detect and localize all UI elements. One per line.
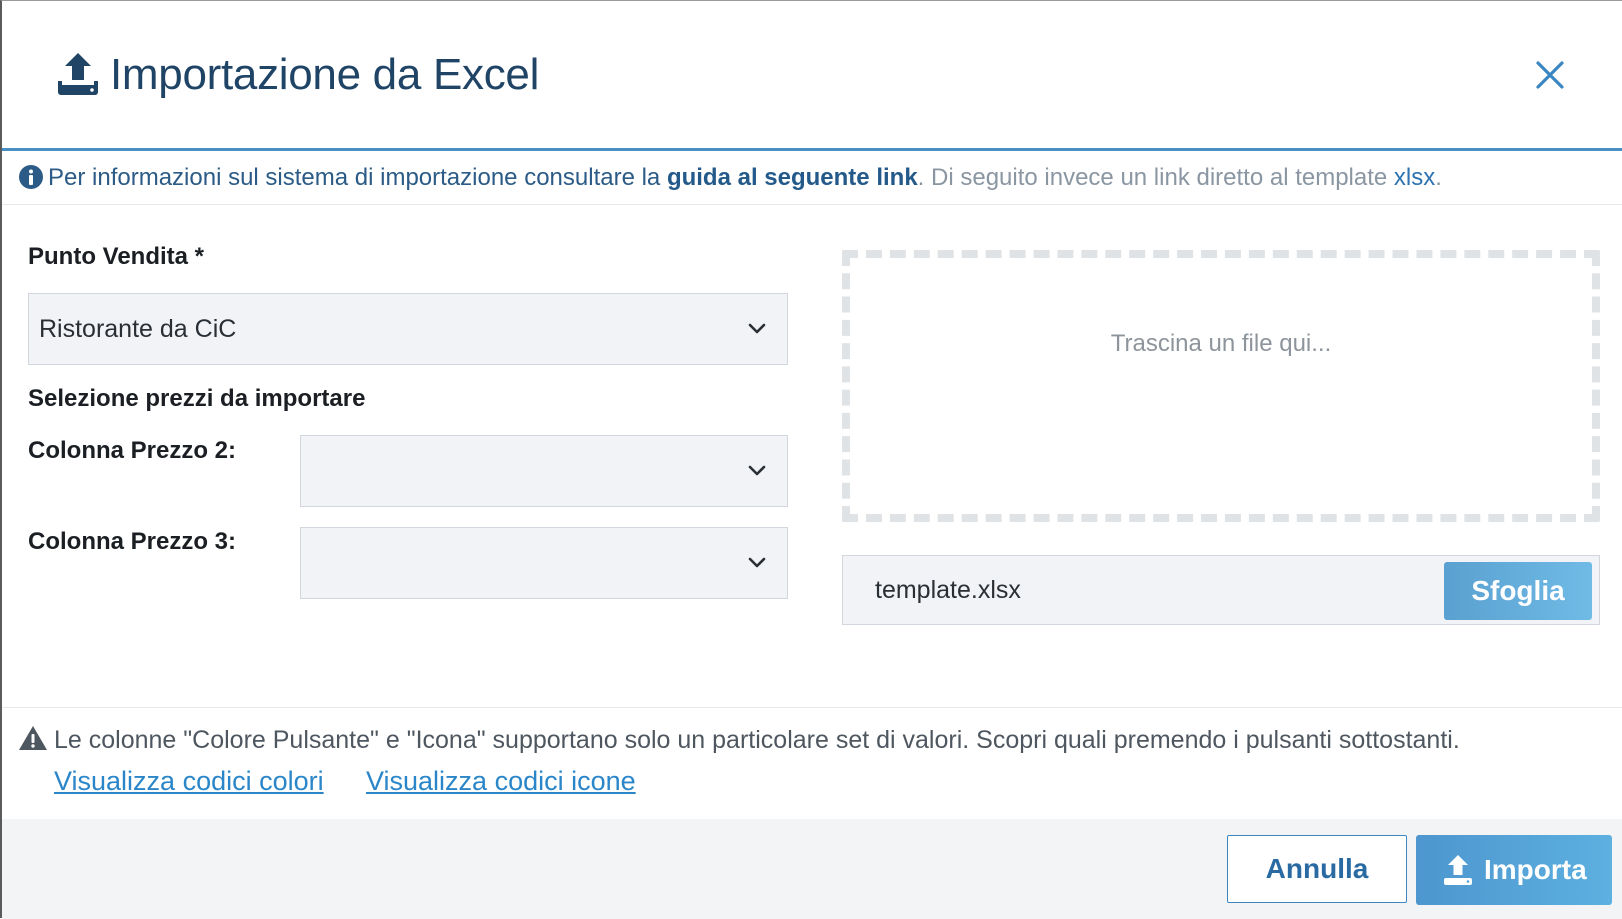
info-text: Per informazioni sul sistema di importaz… xyxy=(48,164,667,191)
chevron-down-icon xyxy=(748,323,766,334)
price2-select[interactable] xyxy=(300,435,788,507)
warning-text: Le colonne "Colore Pulsante" e "Icona" s… xyxy=(54,726,1460,754)
view-icon-codes-link[interactable]: Visualizza codici icone xyxy=(366,766,636,797)
view-color-codes-link[interactable]: Visualizza codici colori xyxy=(54,766,324,797)
template-xlsx-link[interactable]: xlsx xyxy=(1394,164,1435,191)
warning-icon xyxy=(19,726,47,751)
warning-section: Le colonne "Colore Pulsante" e "Icona" s… xyxy=(2,707,1622,819)
browse-button[interactable]: Sfoglia xyxy=(1444,562,1592,620)
import-button-label: Importa xyxy=(1484,854,1587,885)
dialog-header: Importazione da Excel xyxy=(2,1,1622,151)
upload-icon xyxy=(1444,855,1472,885)
selected-file-name: template.xlsx xyxy=(875,576,1021,604)
chevron-down-icon xyxy=(748,465,766,476)
dropzone-placeholder: Trascina un file qui... xyxy=(1110,330,1332,357)
info-text-end: . xyxy=(1435,164,1442,191)
store-select[interactable]: Ristorante da CiC xyxy=(28,293,788,365)
store-label: Punto Vendita * xyxy=(28,243,205,270)
import-excel-dialog: Importazione da Excel Per informazioni s… xyxy=(0,0,1622,919)
warning-line: Le colonne "Colore Pulsante" e "Icona" s… xyxy=(18,726,1460,755)
info-text-secondary: . Di seguito invece un link diretto al t… xyxy=(917,164,1394,191)
close-icon[interactable] xyxy=(1530,55,1570,95)
import-button[interactable]: Importa xyxy=(1416,835,1612,905)
store-select-value: Ristorante da CiC xyxy=(39,314,237,343)
file-dropzone[interactable]: Trascina un file qui... xyxy=(842,250,1600,522)
price3-select[interactable] xyxy=(300,527,788,599)
guide-link[interactable]: guida al seguente link xyxy=(667,164,918,191)
info-bar: Per informazioni sul sistema di importaz… xyxy=(2,151,1622,205)
prices-section-label: Selezione prezzi da importare xyxy=(28,385,366,412)
info-icon xyxy=(19,164,43,189)
dialog-title: Importazione da Excel xyxy=(110,50,540,99)
price3-label: Colonna Prezzo 3: xyxy=(28,528,237,555)
price2-label: Colonna Prezzo 2: xyxy=(28,437,237,464)
dialog-footer: Annulla Importa xyxy=(2,819,1622,919)
cancel-button[interactable]: Annulla xyxy=(1227,835,1407,903)
chevron-down-icon xyxy=(748,557,766,568)
upload-icon xyxy=(58,53,98,95)
file-input[interactable]: template.xlsx Sfoglia xyxy=(842,555,1600,625)
